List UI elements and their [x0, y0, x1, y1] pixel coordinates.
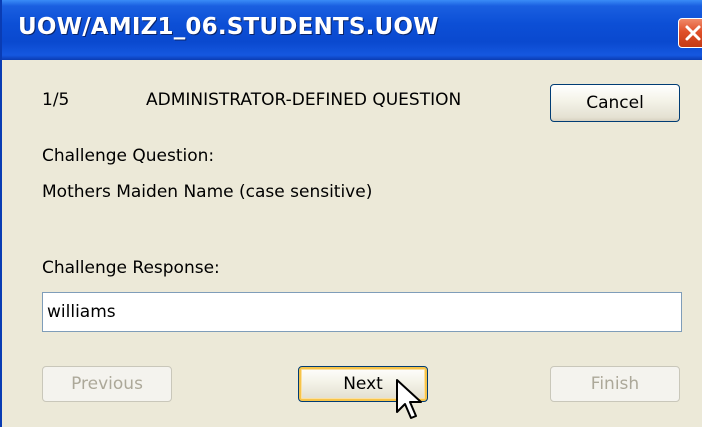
dialog-heading: ADMINISTRATOR-DEFINED QUESTION — [146, 90, 462, 110]
challenge-response-input[interactable] — [42, 292, 682, 332]
next-button-label: Next — [343, 374, 383, 394]
close-icon — [685, 25, 701, 41]
window-title: UOW/AMIZ1_06.STUDENTS.UOW — [18, 14, 439, 40]
challenge-dialog: UOW/AMIZ1_06.STUDENTS.UOW 1/5 ADMINISTRA… — [0, 0, 702, 427]
previous-button[interactable]: Previous — [42, 366, 172, 402]
title-bar[interactable]: UOW/AMIZ1_06.STUDENTS.UOW — [2, 0, 702, 60]
finish-button-label: Finish — [590, 374, 640, 394]
close-button[interactable] — [678, 18, 702, 48]
cancel-button-label: Cancel — [586, 93, 644, 113]
finish-button[interactable]: Finish — [550, 366, 680, 402]
step-indicator: 1/5 — [42, 90, 70, 110]
previous-button-label: Previous — [71, 374, 143, 394]
challenge-question-label: Challenge Question: — [42, 146, 215, 166]
challenge-question-text: Mothers Maiden Name (case sensitive) — [42, 182, 373, 202]
mouse-pointer-icon — [396, 379, 422, 419]
challenge-response-label: Challenge Response: — [42, 258, 220, 278]
cancel-button[interactable]: Cancel — [550, 84, 680, 122]
